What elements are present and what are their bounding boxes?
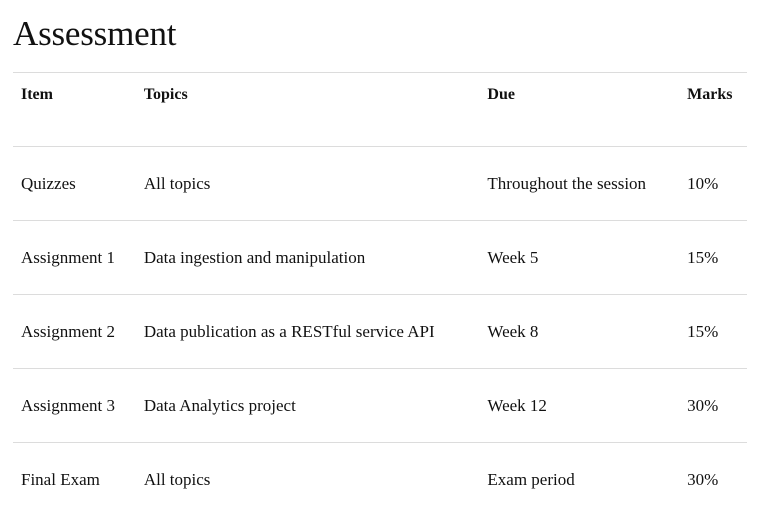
header-topics: Topics (136, 73, 480, 147)
cell-item: Quizzes (13, 147, 136, 221)
cell-due: Exam period (479, 443, 679, 516)
assessment-table: Item Topics Due Marks Quizzes All topics… (13, 72, 747, 516)
cell-topics: All topics (136, 443, 480, 516)
cell-marks: 15% (679, 295, 747, 369)
cell-due: Week 8 (479, 295, 679, 369)
table-body: Quizzes All topics Throughout the sessio… (13, 147, 747, 516)
cell-due: Week 5 (479, 221, 679, 295)
header-row: Item Topics Due Marks (13, 73, 747, 147)
cell-marks: 30% (679, 443, 747, 516)
cell-item: Assignment 3 (13, 369, 136, 443)
cell-marks: 10% (679, 147, 747, 221)
page-title: Assessment (13, 12, 176, 56)
cell-item: Final Exam (13, 443, 136, 516)
table-header: Item Topics Due Marks (13, 73, 747, 147)
table-row: Assignment 3 Data Analytics project Week… (13, 369, 747, 443)
table-row: Final Exam All topics Exam period 30% (13, 443, 747, 516)
cell-item: Assignment 2 (13, 295, 136, 369)
cell-item: Assignment 1 (13, 221, 136, 295)
cell-marks: 30% (679, 369, 747, 443)
cell-due: Throughout the session (479, 147, 679, 221)
table-row: Assignment 1 Data ingestion and manipula… (13, 221, 747, 295)
cell-topics: Data ingestion and manipulation (136, 221, 480, 295)
header-due: Due (479, 73, 679, 147)
table-row: Quizzes All topics Throughout the sessio… (13, 147, 747, 221)
cell-due: Week 12 (479, 369, 679, 443)
cell-topics: All topics (136, 147, 480, 221)
cell-topics: Data publication as a RESTful service AP… (136, 295, 480, 369)
header-item: Item (13, 73, 136, 147)
header-marks: Marks (679, 73, 747, 147)
cell-topics: Data Analytics project (136, 369, 480, 443)
table-row: Assignment 2 Data publication as a RESTf… (13, 295, 747, 369)
cell-marks: 15% (679, 221, 747, 295)
